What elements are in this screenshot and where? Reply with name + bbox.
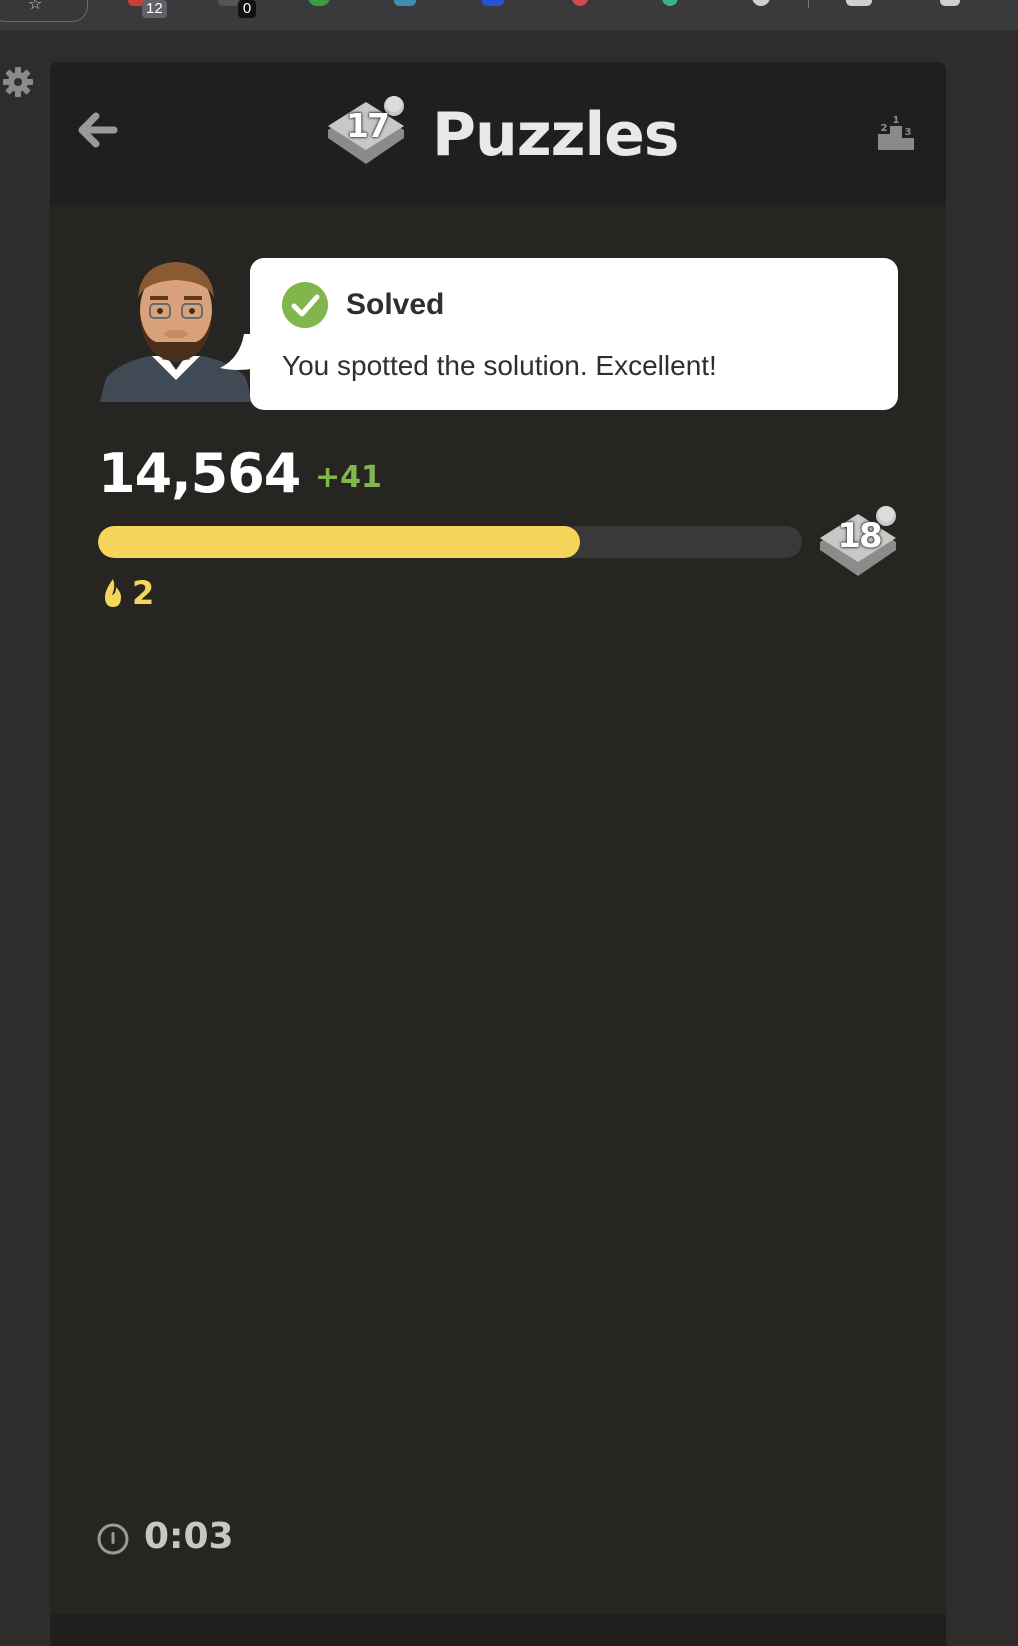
flame-icon — [105, 579, 121, 607]
coach-speech-bubble: Solved You spotted the solution. Excelle… — [250, 258, 898, 410]
svg-text:1: 1 — [893, 115, 900, 126]
svg-text:3: 3 — [905, 127, 912, 138]
gear-icon[interactable] — [2, 66, 34, 98]
star-icon[interactable]: ☆ — [28, 0, 42, 14]
extension-bulb-icon[interactable] — [752, 0, 770, 6]
coach-avatar — [100, 262, 252, 402]
streak-count: 2 — [132, 574, 155, 612]
level-number: 17 — [346, 106, 390, 145]
next-level-number: 18 — [837, 516, 882, 556]
level-progress-fill — [98, 526, 581, 558]
level-progress-bar — [98, 526, 802, 558]
back-arrow-icon[interactable] — [78, 112, 118, 148]
extension-badge-count: 0 — [238, 0, 256, 18]
puzzle-timer: 0:03 — [144, 1516, 234, 1557]
next-level-badge: 18 — [816, 502, 902, 584]
timer-icon — [97, 1523, 129, 1555]
rating-change: +41 — [315, 460, 382, 495]
leaderboard-icon[interactable]: 1 2 3 — [876, 112, 916, 152]
status-message: You spotted the solution. Excellent! — [282, 350, 717, 381]
extension-dark-icon[interactable] — [218, 0, 240, 6]
extension-vpn-icon[interactable] — [662, 0, 678, 6]
extension-reader-icon[interactable] — [846, 0, 872, 6]
extension-shield-icon[interactable] — [572, 0, 588, 6]
status-title: Solved — [346, 288, 445, 321]
page-title: Puzzles — [432, 100, 680, 170]
svg-text:2: 2 — [881, 123, 888, 134]
extension-green-icon[interactable] — [308, 0, 330, 6]
puzzle-rating: 14,564 — [98, 442, 301, 505]
puzzle-panel: 17 Puzzles 1 2 3 Solved You spotted the … — [50, 62, 946, 1646]
toolbar-divider — [808, 0, 809, 8]
extension-teal-icon[interactable] — [394, 0, 416, 6]
puzzle-level-badge: 17 — [324, 92, 410, 170]
panel-header: 17 Puzzles 1 2 3 — [50, 62, 946, 205]
panel-footer — [50, 1614, 946, 1646]
browser-extension-bar: ☆ 12 0 — [0, 0, 1018, 31]
bookmark-pill[interactable] — [0, 0, 88, 22]
extension-puzzle-icon[interactable] — [940, 0, 960, 6]
check-icon — [282, 282, 328, 328]
extension-blue-icon[interactable] — [482, 0, 504, 6]
extension-badge-count: 12 — [142, 0, 167, 18]
